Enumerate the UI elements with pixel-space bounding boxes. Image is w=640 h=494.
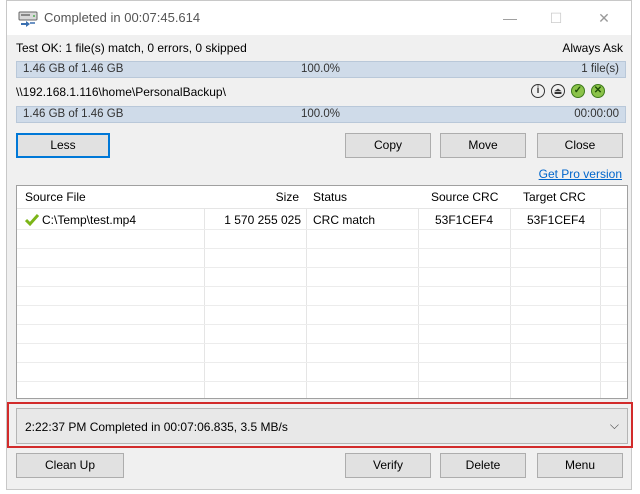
verify-button[interactable]: Verify	[345, 453, 431, 478]
cell-source-crc: 53F1CEF4	[435, 213, 494, 227]
column-separator	[510, 186, 511, 398]
column-header-source-crc[interactable]: Source CRC	[431, 190, 498, 204]
chevron-down-icon[interactable]: ⌵	[610, 418, 619, 433]
cell-status: CRC match	[313, 213, 376, 227]
progress-total-files: 1 file(s)	[581, 63, 619, 75]
info-icon[interactable]: i	[531, 84, 545, 98]
progress-total-amount: 1.46 GB of 1.46 GB	[23, 63, 124, 75]
row-divider	[17, 362, 627, 363]
checkmark-icon	[25, 214, 39, 227]
destination-path: \\192.168.1.116\home\PersonalBackup\	[16, 85, 226, 99]
table-header: Source File Size Status Source CRC Targe…	[17, 186, 627, 209]
clean-up-button[interactable]: Clean Up	[16, 453, 124, 478]
progress-bar-total: 1.46 GB of 1.46 GB 100.0% 1 file(s)	[16, 61, 626, 78]
column-header-size[interactable]: Size	[276, 190, 299, 204]
teracopy-window: Completed in 00:07:45.614 — ☐ ✕ Test OK:…	[6, 0, 633, 490]
row-divider	[17, 305, 627, 306]
get-pro-link[interactable]: Get Pro version	[539, 167, 622, 181]
column-separator	[418, 186, 419, 398]
close-window-button[interactable]: ✕	[581, 1, 627, 35]
log-selected-text: 2:22:37 PM Completed in 00:07:06.835, 3.…	[25, 420, 288, 434]
check-icon[interactable]: ✓	[571, 84, 585, 98]
maximize-button[interactable]: ☐	[533, 1, 579, 35]
row-divider	[17, 324, 627, 325]
minimize-button[interactable]: —	[487, 1, 533, 35]
eject-icon[interactable]: ⏏	[551, 84, 565, 98]
always-ask-link[interactable]: Always Ask	[562, 41, 623, 55]
menu-button[interactable]: Menu	[537, 453, 623, 478]
row-divider	[17, 381, 627, 382]
progress-total-percent: 100.0%	[301, 63, 341, 75]
column-separator	[306, 186, 307, 398]
move-button[interactable]: Move	[440, 133, 526, 158]
column-separator	[600, 186, 601, 398]
progress-file-time: 00:00:00	[574, 108, 619, 120]
column-header-target-crc[interactable]: Target CRC	[523, 190, 586, 204]
progress-file-amount: 1.46 GB of 1.46 GB	[23, 108, 124, 120]
row-divider	[17, 343, 627, 344]
file-list-table: Source File Size Status Source CRC Targe…	[16, 185, 628, 399]
row-divider	[17, 286, 627, 287]
row-divider	[17, 229, 627, 230]
summary-status: Test OK: 1 file(s) match, 0 errors, 0 sk…	[16, 41, 247, 55]
row-divider	[17, 267, 627, 268]
column-separator	[204, 186, 205, 398]
cell-size: 1 570 255 025	[224, 213, 301, 227]
progress-file-percent: 100.0%	[301, 108, 341, 120]
cancel-icon[interactable]: ✕	[591, 84, 605, 98]
log-dropdown[interactable]: 2:22:37 PM Completed in 00:07:06.835, 3.…	[16, 408, 628, 444]
row-divider	[17, 248, 627, 249]
cell-target-crc: 53F1CEF4	[527, 213, 586, 227]
cell-source-file: C:\Temp\test.mp4	[42, 213, 137, 227]
delete-button[interactable]: Delete	[440, 453, 526, 478]
copy-button[interactable]: Copy	[345, 133, 431, 158]
column-header-status[interactable]: Status	[313, 190, 347, 204]
progress-bar-file: 1.46 GB of 1.46 GB 100.0% 00:00:00	[16, 106, 626, 123]
app-network-drive-icon	[18, 11, 38, 27]
less-button[interactable]: Less	[16, 133, 110, 158]
column-header-source-file[interactable]: Source File	[25, 190, 86, 204]
window-title: Completed in 00:07:45.614	[44, 10, 201, 25]
title-bar: Completed in 00:07:45.614 — ☐ ✕	[7, 1, 631, 35]
close-button[interactable]: Close	[537, 133, 623, 158]
